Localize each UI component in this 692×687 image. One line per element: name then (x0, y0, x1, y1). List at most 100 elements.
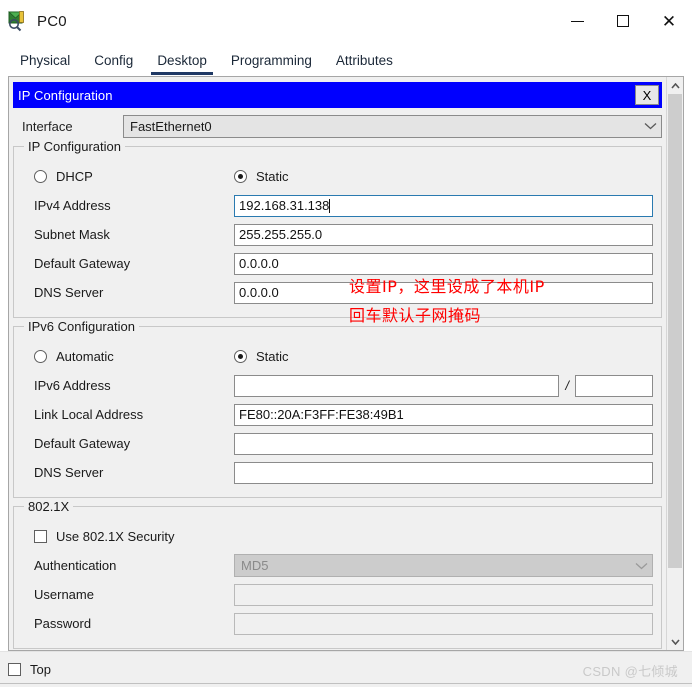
pc0-window: PC0 ✕ Physical Config Desktop Programmin… (0, 0, 692, 687)
tab-programming[interactable]: Programming (219, 49, 324, 75)
interface-select[interactable]: FastEthernet0 (123, 114, 662, 138)
authentication-selected-value: MD5 (241, 558, 269, 573)
radio-static-ipv6-indicator (234, 349, 247, 363)
password-row: Password (22, 609, 653, 638)
close-button[interactable]: ✕ (646, 0, 692, 42)
ipv6-dns-server-input[interactable] (234, 461, 653, 484)
ip-configuration-close-button[interactable]: X (635, 85, 659, 105)
ipv4-default-gateway-label: Default Gateway (34, 256, 131, 271)
ip-configuration-panel: IP Configuration X Interface FastEtherne… (9, 77, 666, 650)
maximize-button[interactable] (600, 0, 646, 42)
radio-dhcp[interactable]: DHCP (22, 169, 234, 184)
minimize-icon (570, 20, 584, 22)
link-local-address-label: Link Local Address (34, 407, 144, 422)
ipv6-address-row: IPv6 Address / (22, 371, 653, 400)
scroll-up-button[interactable] (667, 77, 683, 94)
checkbox-indicator (8, 663, 21, 676)
use-dot1x-security-label: Use 802.1X Security (56, 528, 175, 544)
ipv4-address-label: IPv4 Address (34, 198, 111, 213)
username-row: Username (22, 580, 653, 609)
ipv6-address-label: IPv6 Address (34, 378, 111, 393)
ipv6-mode-radio-group: Automatic Static (22, 341, 653, 371)
link-local-address-value: FE80::20A:F3FF:FE38:49B1 (239, 407, 404, 422)
radio-static-ipv6-label: Static (256, 348, 289, 364)
ipv4-dns-server-input[interactable]: 0.0.0.0 (234, 281, 653, 304)
authentication-select[interactable]: MD5 (234, 554, 653, 577)
radio-automatic-indicator (34, 349, 47, 363)
ipv4-default-gateway-input[interactable]: 0.0.0.0 (234, 252, 653, 275)
subnet-mask-label: Subnet Mask (34, 227, 110, 242)
chevron-down-icon (635, 562, 648, 570)
tab-physical[interactable]: Physical (8, 49, 82, 75)
subnet-mask-value: 255.255.255.0 (239, 227, 323, 242)
scroll-down-button[interactable] (667, 633, 683, 650)
ipv4-default-gateway-value: 0.0.0.0 (239, 256, 279, 271)
radio-static-ipv4[interactable]: Static (234, 169, 289, 184)
chevron-down-icon (644, 122, 657, 130)
watermark: CSDN @七倾城 (582, 664, 678, 679)
ipv4-mode-radio-group: DHCP Static (22, 161, 653, 191)
authentication-row: Authentication MD5 (22, 551, 653, 580)
ipv6-dns-server-row: DNS Server (22, 458, 653, 487)
ipv4-address-row: IPv4 Address 192.168.31.138 (22, 191, 653, 220)
chevron-up-icon (670, 82, 680, 89)
radio-automatic[interactable]: Automatic (22, 349, 234, 364)
radio-static-ipv4-indicator (234, 169, 247, 183)
link-local-address-input[interactable]: FE80::20A:F3FF:FE38:49B1 (234, 403, 653, 426)
ipv6-default-gateway-row: Default Gateway (22, 429, 653, 458)
desktop-content-area: IP Configuration X Interface FastEtherne… (8, 76, 684, 651)
tab-desktop[interactable]: Desktop (145, 49, 219, 75)
ipv6-dns-server-label: DNS Server (34, 465, 104, 480)
ipv4-dns-server-value: 0.0.0.0 (239, 285, 279, 300)
scrollbar-track[interactable] (667, 94, 683, 633)
username-input[interactable] (234, 583, 653, 606)
password-label: Password (34, 616, 92, 631)
radio-dhcp-label: DHCP (56, 168, 93, 184)
top-checkbox-label: Top (30, 662, 51, 677)
ipv6-address-input[interactable] (234, 374, 560, 397)
ipv4-address-value: 192.168.31.138 (239, 198, 330, 213)
ipv6-default-gateway-input[interactable] (234, 432, 653, 455)
use-dot1x-security-checkbox[interactable]: Use 802.1X Security (22, 521, 653, 551)
interface-label: Interface (22, 118, 73, 134)
radio-static-ipv6[interactable]: Static (234, 349, 289, 364)
minimize-button[interactable] (554, 0, 600, 42)
window-title: PC0 (37, 12, 67, 30)
password-input[interactable] (234, 612, 653, 635)
tab-attributes[interactable]: Attributes (324, 49, 405, 75)
dot1x-group-label: 802.1X (24, 499, 74, 514)
ipv4-dns-server-row: DNS Server 0.0.0.0 (22, 278, 653, 307)
ipv6-configuration-group: IPv6 Configuration Automatic Static IPv6… (13, 319, 662, 498)
interface-row: Interface FastEthernet0 (13, 114, 662, 138)
text-caret (329, 198, 331, 213)
window-bottom-edge (0, 683, 692, 687)
tab-config[interactable]: Config (82, 49, 145, 75)
radio-static-ipv4-label: Static (256, 168, 289, 184)
interface-selected-value: FastEthernet0 (130, 118, 212, 134)
ip-configuration-titlebar: IP Configuration X (13, 82, 662, 108)
top-checkbox[interactable]: Top (8, 662, 51, 677)
window-titlebar: PC0 ✕ (0, 0, 692, 42)
close-icon: ✕ (661, 11, 677, 31)
checkbox-indicator (34, 529, 47, 543)
ipv4-default-gateway-row: Default Gateway 0.0.0.0 (22, 249, 653, 278)
window-footer: Top CSDN @七倾城 (0, 651, 692, 687)
link-local-address-row: Link Local Address FE80::20A:F3FF:FE38:4… (22, 400, 653, 429)
radio-dhcp-indicator (34, 169, 47, 183)
packet-tracer-pc-icon (7, 10, 29, 32)
chevron-down-icon (670, 638, 680, 645)
ipv4-address-input[interactable]: 192.168.31.138 (234, 194, 653, 217)
ipv6-prefix-separator: / (565, 378, 569, 393)
ipv6-default-gateway-label: Default Gateway (34, 436, 131, 451)
window-controls: ✕ (554, 0, 692, 42)
ip-configuration-title: IP Configuration (18, 87, 113, 103)
tab-bar: Physical Config Desktop Programming Attr… (0, 42, 692, 76)
radio-automatic-label: Automatic (56, 348, 114, 364)
username-label: Username (34, 587, 94, 602)
subnet-mask-input[interactable]: 255.255.255.0 (234, 223, 653, 246)
ipv6-prefix-input[interactable] (575, 374, 653, 397)
scrollbar-thumb[interactable] (668, 94, 682, 569)
maximize-icon (617, 15, 629, 27)
ipv4-configuration-group: IP Configuration DHCP Static IPv4 Addres… (13, 139, 662, 318)
vertical-scrollbar[interactable] (666, 77, 683, 650)
